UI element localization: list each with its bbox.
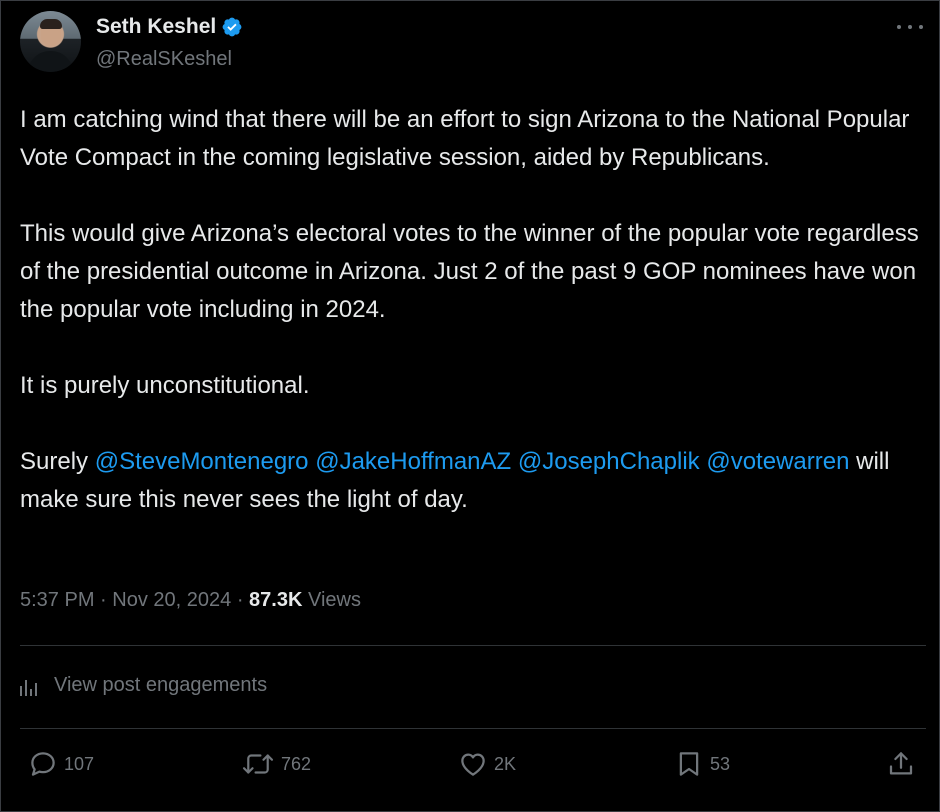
meta-separator: · — [236, 589, 250, 611]
divider — [20, 728, 926, 729]
view-engagements-label: View post engagements — [54, 674, 268, 696]
tweet-paragraph-4: Surely @SteveMontenegro @JakeHoffmanAZ @… — [20, 443, 925, 519]
mention-link[interactable]: @JosephChaplik — [518, 448, 700, 475]
like-count: 2K — [494, 753, 517, 774]
reply-button[interactable]: 107 — [28, 749, 94, 779]
paragraph-4-prefix: Surely — [20, 448, 95, 475]
tweet-text: I am catching wind that there will be an… — [20, 101, 925, 519]
tweet-paragraph-3: It is purely unconstitutional. — [20, 372, 310, 399]
views-count: 87.3K — [249, 589, 303, 611]
author-handle[interactable]: @RealSKeshel — [96, 48, 232, 71]
author-name[interactable]: Seth Keshel — [96, 15, 216, 39]
avatar-shoulders — [28, 51, 73, 72]
more-horizontal-icon[interactable] — [897, 17, 923, 37]
reply-count: 107 — [64, 753, 95, 774]
tweet-date[interactable]: Nov 20, 2024 — [112, 589, 231, 611]
views-label: Views — [307, 589, 361, 611]
tweet-paragraph-1: I am catching wind that there will be an… — [20, 106, 910, 171]
view-engagements-link[interactable]: View post engagements — [20, 674, 267, 697]
author-row: Seth Keshel — [96, 15, 243, 39]
tweet-time[interactable]: 5:37 PM — [20, 589, 94, 611]
verified-badge-icon — [222, 17, 242, 37]
tweet-paragraph-2: This would give Arizona’s electoral vote… — [20, 220, 919, 323]
bookmark-icon — [679, 752, 699, 776]
tweet-meta: 5:37 PM · Nov 20, 2024 · 87.3K Views — [20, 589, 361, 612]
repost-arrows-icon — [242, 754, 274, 774]
divider — [20, 645, 926, 646]
reply-bubble-icon — [31, 752, 55, 776]
avatar-hair — [40, 19, 62, 29]
share-upload-icon — [889, 752, 913, 775]
heart-icon — [461, 753, 485, 776]
repost-count: 762 — [281, 753, 312, 774]
avatar[interactable] — [20, 11, 81, 72]
bookmark-button[interactable]: 53 — [674, 749, 730, 779]
mention-link[interactable]: @SteveMontenegro — [95, 448, 309, 475]
mention-link[interactable]: @votewarren — [706, 448, 849, 475]
mention-link[interactable]: @JakeHoffmanAZ — [315, 448, 511, 475]
share-button[interactable] — [886, 749, 916, 779]
repost-button[interactable]: 762 — [241, 749, 311, 779]
bar-chart-icon — [20, 676, 42, 696]
bookmark-count: 53 — [710, 753, 731, 774]
like-button[interactable]: 2K — [458, 749, 516, 779]
meta-separator: · — [100, 589, 113, 611]
tweet-card: Seth Keshel @RealSKeshel I am catching w… — [0, 0, 940, 812]
